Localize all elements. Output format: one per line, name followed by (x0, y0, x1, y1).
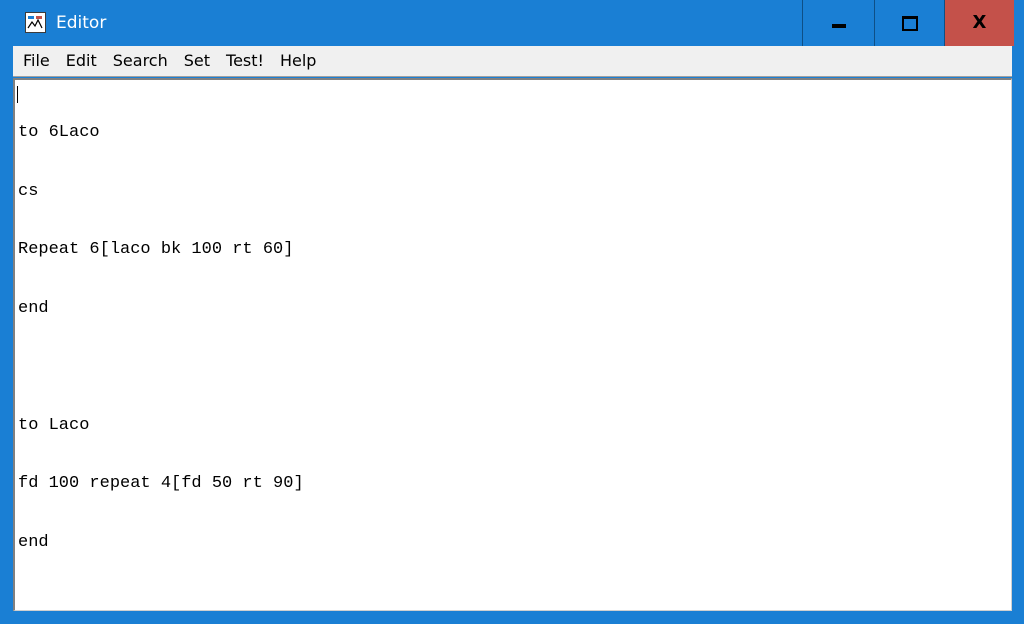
menu-test[interactable]: Test! (218, 48, 272, 74)
menu-file[interactable]: File (15, 48, 58, 74)
code-line: cs (18, 181, 39, 201)
close-icon: X (972, 12, 987, 33)
minimize-icon (831, 24, 846, 28)
maximize-icon (901, 15, 918, 31)
code-line: end (18, 532, 49, 552)
menu-help[interactable]: Help (272, 48, 324, 74)
menu-search[interactable]: Search (105, 48, 176, 74)
code-line: end (18, 298, 49, 318)
code-text[interactable]: to 6Laco cs Repeat 6[laco bk 100 rt 60] … (18, 84, 304, 591)
code-line: to Laco (18, 415, 90, 435)
window-title: Editor (56, 13, 107, 33)
app-logo-icon (25, 12, 46, 33)
code-editor[interactable]: to 6Laco cs Repeat 6[laco bk 100 rt 60] … (13, 78, 1012, 611)
minimize-button[interactable] (802, 0, 874, 46)
maximize-button[interactable] (874, 0, 944, 46)
code-line: fd 100 repeat 4[fd 50 rt 90] (18, 474, 304, 493)
code-line: to 6Laco (18, 123, 100, 142)
menu-set[interactable]: Set (176, 48, 218, 74)
title-bar[interactable]: Editor X (0, 0, 1024, 46)
close-button[interactable]: X (944, 0, 1014, 46)
editor-window: Editor X File Edit Search Set Test! Help… (0, 0, 1024, 624)
code-line: Repeat 6[laco bk 100 rt 60] (18, 240, 294, 259)
menu-edit[interactable]: Edit (58, 48, 105, 74)
menu-bar: File Edit Search Set Test! Help (13, 46, 1012, 77)
